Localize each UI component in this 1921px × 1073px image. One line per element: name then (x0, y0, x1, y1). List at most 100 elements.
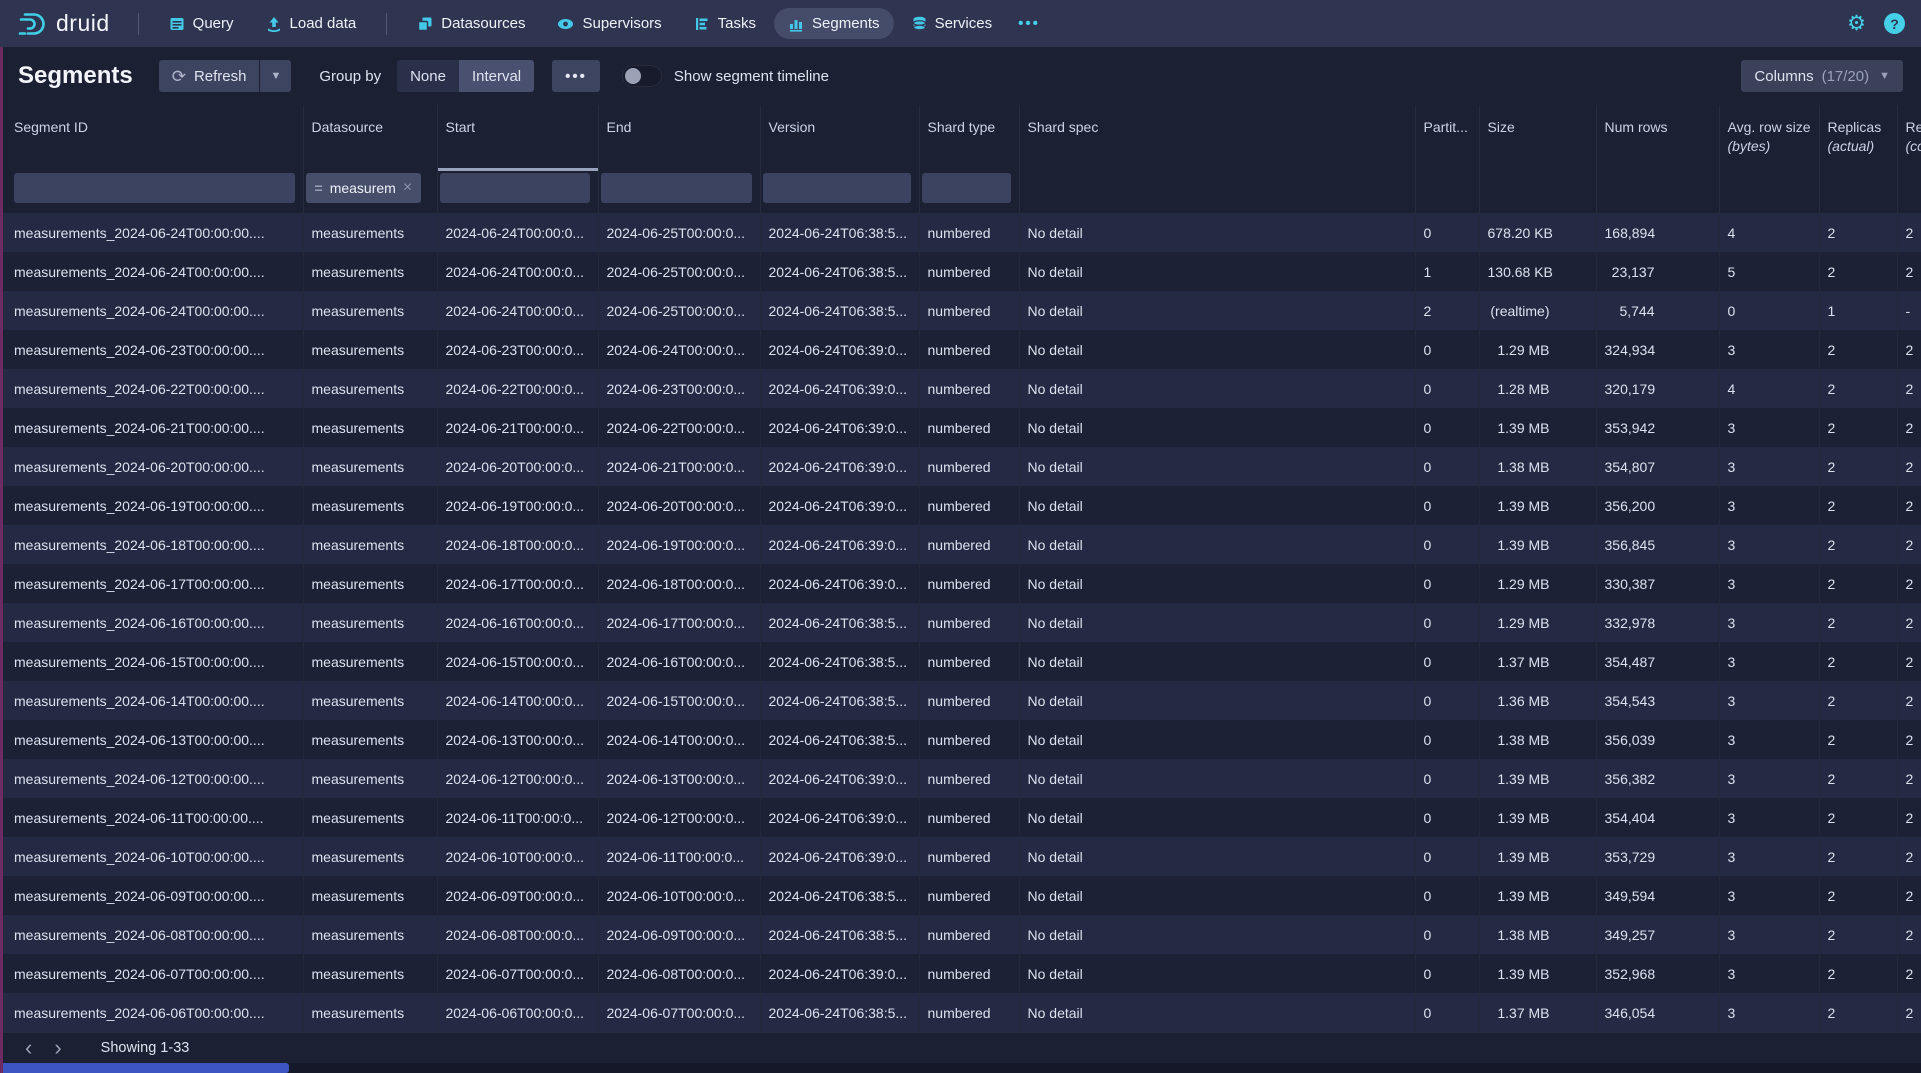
table-row[interactable]: measurements_2024-06-21T00:00:00.... mea… (0, 408, 1921, 447)
nav-item-query[interactable]: Query (155, 8, 248, 39)
nav-more-button[interactable]: ••• (1008, 9, 1050, 38)
table-row[interactable]: measurements_2024-06-18T00:00:00.... mea… (0, 525, 1921, 564)
table-row[interactable]: measurements_2024-06-11T00:00:00.... mea… (0, 798, 1921, 837)
equals-icon: = (315, 180, 323, 196)
table-row[interactable]: measurements_2024-06-08T00:00:00.... mea… (0, 915, 1921, 954)
version-filter-input[interactable] (763, 173, 911, 203)
table-row[interactable]: measurements_2024-06-14T00:00:00.... mea… (0, 681, 1921, 720)
table-row[interactable]: measurements_2024-06-09T00:00:00.... mea… (0, 876, 1921, 915)
nav-item-segments[interactable]: Segments (774, 8, 894, 39)
end-filter-input[interactable] (601, 173, 752, 203)
table-row[interactable]: measurements_2024-06-13T00:00:00.... mea… (0, 720, 1921, 759)
col-header-partition[interactable]: Partit... (1415, 105, 1479, 171)
services-icon (912, 16, 927, 32)
top-nav: druid Query Load data Datasources Superv… (0, 0, 1921, 47)
columns-button[interactable]: Columns (17/20) ▼ (1741, 60, 1903, 92)
table-row[interactable]: measurements_2024-06-24T00:00:00.... mea… (0, 291, 1921, 330)
nav-item-load-data[interactable]: Load data (252, 8, 371, 39)
cell-shard-type: numbered (919, 681, 1019, 720)
table-row[interactable]: measurements_2024-06-06T00:00:00.... mea… (0, 993, 1921, 1032)
cell-segment-id: measurements_2024-06-19T00:00:00.... (0, 486, 303, 525)
cell-datasource: measurements (303, 408, 437, 447)
table-row[interactable]: measurements_2024-06-22T00:00:00.... mea… (0, 369, 1921, 408)
cell-start: 2024-06-12T00:00:0... (437, 759, 598, 798)
nav-item-tasks[interactable]: Tasks (680, 8, 770, 39)
table-row[interactable]: measurements_2024-06-10T00:00:00.... mea… (0, 837, 1921, 876)
col-header-datasource[interactable]: Datasource (303, 105, 437, 171)
cell-start: 2024-06-13T00:00:0... (437, 720, 598, 759)
table-row[interactable]: measurements_2024-06-16T00:00:00.... mea… (0, 603, 1921, 642)
cell-replicas: 2 (1819, 642, 1897, 681)
chevron-left-icon[interactable]: ‹ (14, 1037, 43, 1059)
cell-avg-row-size: 3 (1719, 486, 1819, 525)
col-header-shard-spec[interactable]: Shard spec (1019, 105, 1415, 171)
table-row[interactable]: measurements_2024-06-20T00:00:00.... mea… (0, 447, 1921, 486)
cell-replication-factor: 2 (1897, 681, 1921, 720)
horizontal-scrollbar-thumb[interactable] (0, 1063, 289, 1073)
help-icon[interactable]: ? (1884, 13, 1905, 34)
table-row[interactable]: measurements_2024-06-15T00:00:00.... mea… (0, 642, 1921, 681)
cell-avg-row-size: 3 (1719, 330, 1819, 369)
nav-item-datasources[interactable]: Datasources (403, 8, 539, 39)
table-row[interactable]: measurements_2024-06-24T00:00:00.... mea… (0, 252, 1921, 291)
col-header-end[interactable]: End (598, 105, 760, 171)
col-header-size[interactable]: Size (1479, 105, 1596, 171)
cell-shard-type: numbered (919, 213, 1019, 252)
col-header-segment-id[interactable]: Segment ID (0, 105, 303, 171)
cell-shard-spec: No detail (1019, 798, 1415, 837)
settings-gear-icon[interactable]: ⚙ (1847, 13, 1866, 34)
col-header-avg-row-size[interactable]: Avg. row size (bytes) (1719, 105, 1819, 171)
cell-segment-id: measurements_2024-06-24T00:00:00.... (0, 213, 303, 252)
group-by-none-button[interactable]: None (397, 60, 459, 92)
shard-type-filter-input[interactable] (922, 173, 1011, 203)
cell-datasource: measurements (303, 954, 437, 993)
segment-timeline-toggle[interactable] (622, 65, 662, 87)
col-header-version[interactable]: Version (760, 105, 919, 171)
cell-start: 2024-06-15T00:00:0... (437, 642, 598, 681)
table-row[interactable]: measurements_2024-06-12T00:00:00.... mea… (0, 759, 1921, 798)
group-by-more-button[interactable]: ••• (552, 60, 600, 92)
cell-datasource: measurements (303, 837, 437, 876)
cell-segment-id: measurements_2024-06-18T00:00:00.... (0, 525, 303, 564)
nav-item-services[interactable]: Services (898, 8, 1007, 39)
cell-size: 678.20 KB (1479, 213, 1596, 252)
cell-start: 2024-06-17T00:00:0... (437, 564, 598, 603)
cell-datasource: measurements (303, 369, 437, 408)
cell-avg-row-size: 0 (1719, 291, 1819, 330)
cell-size: 1.29 MB (1479, 330, 1596, 369)
cell-replicas: 2 (1819, 525, 1897, 564)
horizontal-scrollbar-track[interactable] (0, 1063, 1921, 1073)
table-row[interactable]: measurements_2024-06-19T00:00:00.... mea… (0, 486, 1921, 525)
cell-start: 2024-06-11T00:00:0... (437, 798, 598, 837)
cell-num-rows: 23,137 (1596, 252, 1719, 291)
cell-replicas: 2 (1819, 681, 1897, 720)
nav-item-supervisors[interactable]: Supervisors (543, 8, 675, 39)
table-row[interactable]: measurements_2024-06-23T00:00:00.... mea… (0, 330, 1921, 369)
refresh-dropdown-button[interactable]: ▼ (260, 60, 291, 92)
col-header-replicas[interactable]: Replicas (actual) (1819, 105, 1897, 171)
close-icon[interactable]: × (403, 180, 412, 196)
table-row[interactable]: measurements_2024-06-24T00:00:00.... mea… (0, 213, 1921, 252)
cell-version: 2024-06-24T06:39:0... (760, 564, 919, 603)
table-row[interactable]: measurements_2024-06-07T00:00:00.... mea… (0, 954, 1921, 993)
cell-avg-row-size: 4 (1719, 213, 1819, 252)
chevron-right-icon[interactable]: › (43, 1037, 72, 1059)
col-header-start[interactable]: Start (437, 105, 598, 171)
cell-replicas: 2 (1819, 954, 1897, 993)
col-header-replication-factor[interactable]: Replication factor (configured) (1897, 105, 1921, 171)
col-header-num-rows[interactable]: Num rows (1596, 105, 1719, 171)
segment-id-filter-input[interactable] (14, 173, 295, 203)
druid-brand[interactable]: druid (16, 10, 110, 38)
cell-num-rows: 356,200 (1596, 486, 1719, 525)
refresh-button[interactable]: ⟳ Refresh (159, 60, 260, 92)
col-header-shard-type[interactable]: Shard type (919, 105, 1019, 171)
segments-table: Segment ID Datasource Start End Version … (0, 105, 1921, 1032)
cell-shard-type: numbered (919, 291, 1019, 330)
group-by-interval-button[interactable]: Interval (459, 60, 534, 92)
start-filter-input[interactable] (440, 173, 590, 203)
cell-segment-id: measurements_2024-06-24T00:00:00.... (0, 291, 303, 330)
cell-num-rows: 349,257 (1596, 915, 1719, 954)
datasource-filter-chip[interactable]: = measurem × (306, 173, 422, 203)
nav-item-label: Query (193, 15, 234, 32)
table-row[interactable]: measurements_2024-06-17T00:00:00.... mea… (0, 564, 1921, 603)
